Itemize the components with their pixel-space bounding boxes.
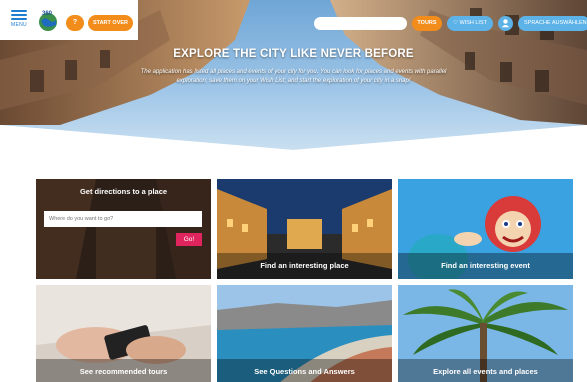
destination-input[interactable] — [44, 211, 202, 227]
user-icon — [501, 19, 510, 28]
search-input[interactable] — [314, 17, 407, 30]
header-left-panel: MENU 360 ? START OVER — [0, 0, 138, 40]
logo-text: 360 — [42, 11, 53, 17]
user-button[interactable] — [498, 16, 513, 31]
find-event-label: Find an interesting event — [398, 253, 573, 279]
questions-answers-label: See Questions and Answers — [217, 359, 392, 382]
menu-icon — [8, 10, 30, 20]
directions-title: Get directions to a place — [79, 187, 168, 196]
help-button[interactable]: ? — [66, 15, 84, 31]
menu-label: MENU — [11, 22, 27, 28]
tours-button[interactable]: TOURS — [412, 16, 442, 31]
explore-all-label: Explore all events and places — [398, 359, 573, 382]
language-select-button[interactable]: SPRACHE AUSWÄHLEN — [518, 16, 587, 31]
recommended-tours-tile[interactable]: See recommended tours — [36, 285, 211, 382]
find-place-label: Find an interesting place — [217, 253, 392, 279]
wish-list-button[interactable]: ♡ WISH LIST — [447, 16, 493, 31]
find-place-tile[interactable]: Find an interesting place — [217, 179, 392, 279]
questions-answers-tile[interactable]: See Questions and Answers — [217, 285, 392, 382]
top-bar: MENU 360 ? START OVER TOURS ♡ WISH LIST … — [0, 0, 587, 40]
directions-tile: Get directions to a place Go! — [36, 179, 211, 279]
find-event-tile[interactable]: Find an interesting event — [398, 179, 573, 279]
hero-title: EXPLORE THE CITY LIKE NEVER BEFORE — [173, 48, 414, 60]
explore-all-tile[interactable]: Explore all events and places — [398, 285, 573, 382]
menu-button[interactable]: MENU — [8, 8, 30, 34]
hero-subtitle: The application has listed all places an… — [140, 69, 447, 84]
start-over-button[interactable]: START OVER — [88, 15, 133, 31]
go-button[interactable]: Go! — [176, 233, 202, 246]
logo-globe-icon[interactable]: 360 — [36, 8, 60, 32]
recommended-tours-label: See recommended tours — [36, 359, 211, 382]
